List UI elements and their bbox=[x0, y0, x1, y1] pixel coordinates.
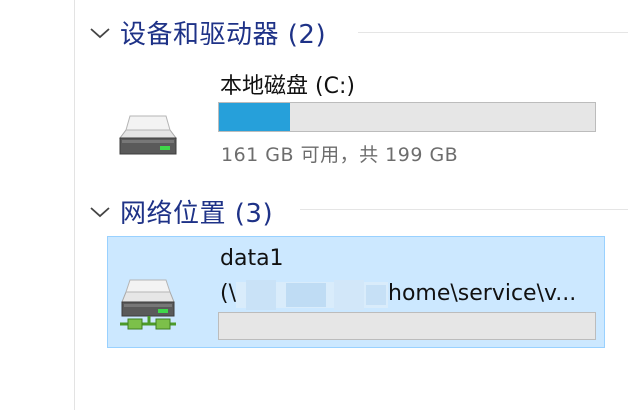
chevron-down-icon[interactable] bbox=[88, 25, 112, 41]
drive-name: 本地磁盘 (C:) bbox=[220, 74, 355, 99]
drive-space-info: 161 GB 可用，共 199 GB bbox=[221, 144, 459, 166]
capacity-bar-fill bbox=[219, 103, 291, 131]
hard-drive-icon bbox=[118, 108, 178, 162]
drive-name: data1 bbox=[220, 246, 284, 271]
chevron-down-icon[interactable] bbox=[88, 204, 112, 220]
redacted-path-region bbox=[236, 280, 388, 310]
group-divider bbox=[358, 32, 628, 33]
group-header-devices[interactable]: 设备和驱动器 (2) bbox=[88, 14, 326, 51]
group-divider bbox=[300, 209, 628, 210]
capacity-bar bbox=[218, 102, 596, 132]
group-title: 网络位置 (3) bbox=[120, 199, 274, 229]
capacity-bar bbox=[218, 312, 596, 340]
drive-path-suffix: home\service\v... bbox=[388, 281, 577, 306]
group-header-network[interactable]: 网络位置 (3) bbox=[88, 193, 273, 230]
drive-path-prefix: (\ bbox=[220, 281, 236, 306]
group-title: 设备和驱动器 (2) bbox=[120, 20, 327, 50]
network-drive-icon bbox=[116, 276, 182, 342]
pane-edge bbox=[74, 0, 75, 410]
